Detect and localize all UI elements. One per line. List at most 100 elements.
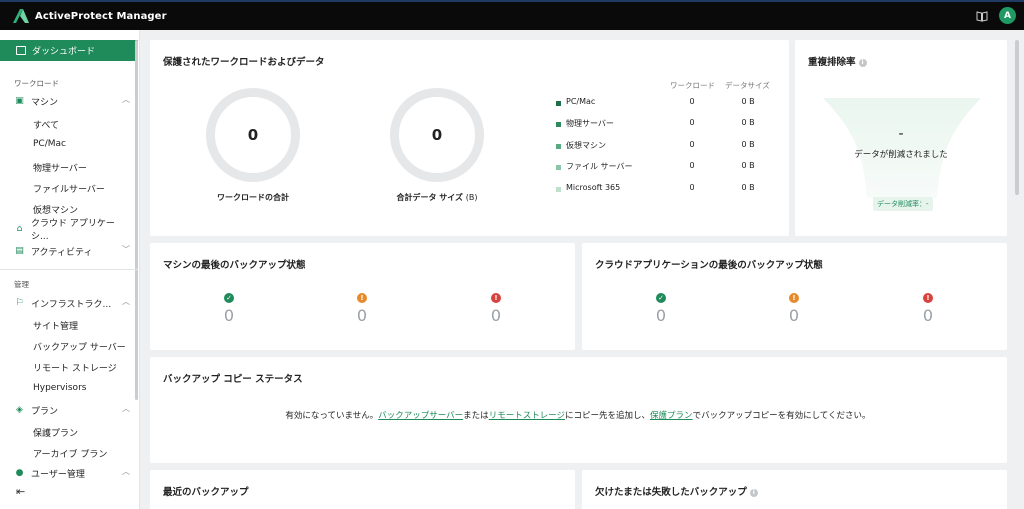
error-count: 0 [922, 306, 934, 325]
dedupe-message: データが削減されました [854, 150, 948, 160]
sidebar-subitem-site[interactable]: サイト管理 [33, 319, 78, 332]
sidebar-divider [0, 269, 138, 270]
protected-workloads-card: 保護されたワークロードおよびデータ 0 ワークロードの合計 0 合計データ サイ… [150, 40, 789, 236]
sidebar-item-label: プラン [31, 406, 59, 417]
shield-icon: ◈ [16, 405, 23, 415]
workload-count: 0 [689, 161, 695, 170]
sidebar-subitem-protection-plan[interactable]: 保護プラン [33, 426, 78, 439]
sidebar-subitem-pcmac[interactable]: PC/Mac [33, 139, 66, 149]
cloud-app-icon: ⌂ [16, 224, 23, 234]
section-label-admin: 管理 [14, 280, 29, 289]
workload-row: 物理サーバー 0 0 B [556, 118, 786, 132]
missed-backup-card: 欠けたまたは失敗したバックアップ i [582, 470, 1007, 509]
error-icon: ! [923, 293, 933, 303]
card-title: 保護されたワークロードおよびデータ [163, 57, 325, 68]
sidebar-subitem-vm[interactable]: 仮想マシン [33, 203, 78, 216]
machine-warning-status[interactable]: ! 0 [342, 293, 382, 325]
sidebar-item-plan[interactable]: ◈ プラン ︿ [14, 401, 132, 419]
sidebar-subitem-archive-plan[interactable]: アーカイブ プラン [33, 447, 107, 460]
workload-type: Microsoft 365 [566, 183, 621, 192]
sidebar-subitem-fileserver[interactable]: ファイルサーバー [33, 182, 105, 195]
card-title: 欠けたまたは失敗したバックアップ i [595, 484, 758, 498]
dashboard-icon [16, 46, 26, 55]
legend-swatch [556, 187, 561, 192]
info-icon[interactable]: i [858, 58, 867, 67]
help-book-icon[interactable] [975, 9, 989, 23]
check-icon: ✓ [224, 293, 234, 303]
chevron-up-icon: ︿ [122, 467, 130, 476]
success-count: 0 [655, 306, 667, 325]
chevron-up-icon: ︿ [122, 404, 130, 413]
info-icon[interactable]: i [749, 488, 758, 497]
data-size: 0 B [741, 118, 755, 127]
card-title: 最近のバックアップ [163, 487, 249, 498]
sidebar-item-machine[interactable]: ▣ マシン ︿ [14, 92, 132, 110]
column-header-datasize: データサイズ [725, 81, 770, 90]
column-header-workload: ワークロード [670, 81, 715, 90]
infrastructure-icon: ⚐ [15, 298, 24, 308]
workload-row: 仮想マシン 0 0 B [556, 140, 786, 154]
backup-server-link[interactable]: バックアップサーバー [378, 411, 463, 421]
dedupe-card: 重複排除率 i - データが削減されました データ削減率：- [795, 40, 1007, 236]
card-title: マシンの最後のバックアップ状態 [163, 260, 306, 271]
collapse-sidebar-icon[interactable]: ⇤ [16, 485, 25, 498]
cloud-success-status[interactable]: ✓ 0 [641, 293, 681, 325]
chevron-up-icon: ︿ [122, 95, 130, 104]
user-avatar[interactable]: A [999, 7, 1016, 24]
machine-icon: ▣ [15, 96, 24, 106]
protection-plan-link[interactable]: 保護プラン [650, 411, 693, 421]
backup-copy-status-card: バックアップ コピー ステータス 有効になっていません。バックアップサーバーまた… [150, 357, 1007, 463]
sidebar-item-label: ダッシュボード [32, 47, 96, 57]
cloud-backup-card: クラウドアプリケーションの最後のバックアップ状態 ✓ 0 ! 0 ! 0 [582, 243, 1007, 350]
warning-count: 0 [356, 306, 368, 325]
sidebar-item-activity[interactable]: ▤ アクティビティ ﹀ [14, 242, 132, 260]
workload-count: 0 [689, 183, 695, 192]
workload-type: 仮想マシン [566, 141, 606, 150]
sidebar-subitem-all[interactable]: すべて [33, 118, 59, 131]
sidebar-subitem-hypervisors[interactable]: Hypervisors [33, 383, 86, 393]
error-icon: ! [491, 293, 501, 303]
sidebar-item-label: アクティビティ [31, 247, 93, 258]
warning-icon: ! [357, 293, 367, 303]
workload-type: PC/Mac [566, 97, 596, 106]
cloud-warning-status[interactable]: ! 0 [774, 293, 814, 325]
sidebar-item-user-management[interactable]: ● ユーザー管理 ︿ [14, 464, 132, 482]
warning-count: 0 [788, 306, 800, 325]
workload-count: 0 [689, 140, 695, 149]
workload-row: PC/Mac 0 0 B [556, 97, 786, 111]
check-icon: ✓ [656, 293, 666, 303]
data-size: 0 B [741, 97, 755, 106]
recent-backup-card: 最近のバックアップ [150, 470, 575, 509]
workload-type: 物理サーバー [566, 119, 614, 128]
sidebar-item-label: クラウド アプリケーシ... [30, 219, 115, 242]
workload-row: ファイル サーバー 0 0 B [556, 161, 786, 175]
main-scrollbar[interactable] [1015, 40, 1019, 195]
machine-success-status[interactable]: ✓ 0 [209, 293, 249, 325]
error-count: 0 [490, 306, 502, 325]
activity-icon: ▤ [15, 246, 24, 256]
app-logo-icon [12, 8, 30, 24]
workload-count: 0 [689, 97, 695, 106]
sidebar-scrollbar[interactable] [135, 40, 138, 400]
workload-row: Microsoft 365 0 0 B [556, 183, 786, 197]
sidebar-item-dashboard[interactable]: ダッシュボード [0, 40, 138, 61]
dedupe-rate-badge: データ削減率：- [873, 197, 933, 211]
legend-swatch [556, 165, 561, 170]
sidebar-item-cloud-apps[interactable]: ⌂ クラウド アプリケーシ... [14, 219, 132, 242]
card-title: バックアップ コピー ステータス [163, 374, 303, 385]
warning-icon: ! [789, 293, 799, 303]
card-title: 重複排除率 i [808, 54, 867, 68]
sidebar-subitem-backup-server[interactable]: バックアップ サーバー [33, 340, 126, 353]
sidebar-item-infrastructure[interactable]: ⚐ インフラストラク... ︿ [14, 294, 132, 312]
cloud-error-status[interactable]: ! 0 [908, 293, 948, 325]
sidebar-subitem-physical[interactable]: 物理サーバー [33, 161, 87, 174]
total-workloads-label: ワークロードの合計 [217, 193, 289, 202]
data-size: 0 B [741, 183, 755, 192]
sidebar: ダッシュボード ワークロード ▣ マシン ︿ すべて PC/Mac 物理サーバー… [0, 30, 140, 509]
sidebar-item-label: インフラストラク... [31, 299, 112, 310]
sidebar-subitem-remote-storage[interactable]: リモート ストレージ [33, 361, 117, 374]
remote-storage-link[interactable]: リモートストレージ [489, 411, 565, 421]
chevron-up-icon: ︿ [122, 297, 130, 306]
total-workloads-ring: 0 [206, 88, 300, 182]
machine-error-status[interactable]: ! 0 [476, 293, 516, 325]
